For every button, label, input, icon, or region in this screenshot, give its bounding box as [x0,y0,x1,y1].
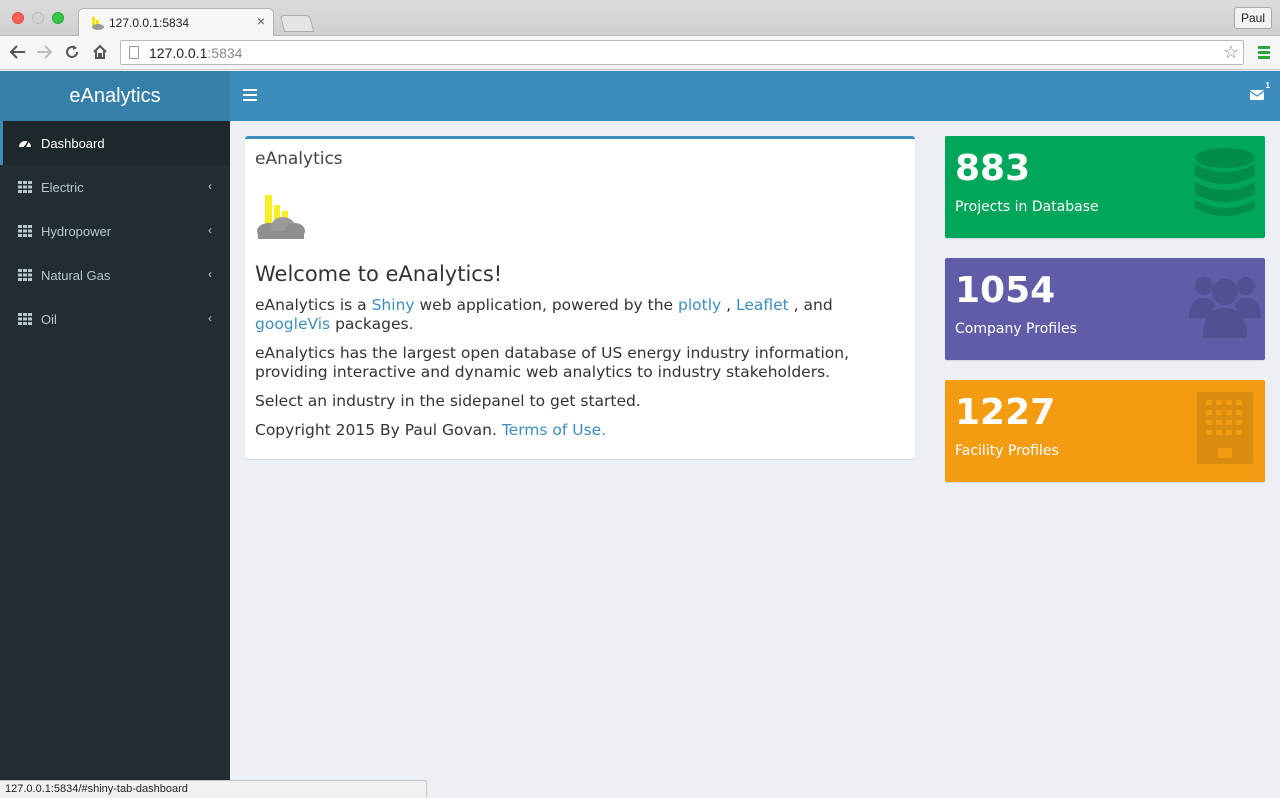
tab-close-icon[interactable]: × [257,13,265,29]
browser-toolbar: 127.0.0.1:5834 ☆ [0,36,1280,70]
new-tab-button[interactable] [279,15,315,32]
welcome-heading: Welcome to eAnalytics! [255,262,503,286]
home-icon[interactable] [90,42,110,62]
grid-icon [18,269,32,281]
sidebar: Dashboard Electric ‹ Hydropower ‹ Natura… [0,121,230,798]
back-icon[interactable] [8,42,28,62]
sidebar-item-natural-gas[interactable]: Natural Gas ‹ [0,253,230,297]
info-box-value: 1054 [955,270,1056,311]
grid-icon [18,313,32,325]
database-paragraph: eAnalytics has the largest open database… [255,344,850,381]
sidebar-toggle-icon[interactable] [243,89,257,101]
copyright-paragraph: Copyright 2015 By Paul Govan. Terms of U… [255,421,607,439]
url-text: 127.0.0.1:5834 [149,45,243,61]
intro-paragraph: eAnalytics is a Shiny web application, p… [255,296,833,333]
sidebar-item-electric[interactable]: Electric ‹ [0,165,230,209]
bookmark-star-icon[interactable]: ☆ [1223,42,1239,63]
grid-icon [18,181,32,193]
info-box-label: Projects in Database [955,199,1099,215]
info-box-companies: 1054 Company Profiles [945,258,1265,360]
address-bar[interactable]: 127.0.0.1:5834 ☆ [120,40,1244,65]
terms-of-use-link[interactable]: Terms of Use. [502,421,606,439]
chevron-left-icon: ‹ [208,179,212,193]
close-window-button[interactable] [12,12,24,24]
messages-badge: 1 [1265,81,1270,90]
grid-icon [18,225,32,237]
sidebar-item-dashboard[interactable]: Dashboard [0,121,230,165]
browser-titlebar: 127.0.0.1:5834 × Paul [0,0,1280,37]
users-icon [1189,277,1261,338]
maximize-window-button[interactable] [52,12,64,24]
info-box-projects: 883 Projects in Database [945,136,1265,238]
welcome-box: eAnalytics Welcome to eAnalytics! eAnaly… [245,136,915,459]
forward-icon[interactable] [34,42,54,62]
info-box-facilities: 1227 Facility Profiles [945,380,1265,482]
minimize-window-button[interactable] [32,12,44,24]
browser-tab[interactable]: 127.0.0.1:5834 × [78,8,274,37]
sidebar-item-label: Hydropower [41,223,112,239]
app: eAnalytics 1 Dashboard Electric ‹ Hydrop… [0,71,1280,798]
building-icon [1197,392,1253,464]
top-navbar: 1 [230,71,1280,121]
sidebar-item-oil[interactable]: Oil ‹ [0,297,230,341]
plotly-link[interactable]: plotly [678,296,721,314]
info-box-value: 883 [955,148,1031,189]
info-box-label: Facility Profiles [955,443,1059,459]
instruction-paragraph: Select an industry in the sidepanel to g… [255,392,641,410]
box-body: Welcome to eAnalytics! eAnalytics is a S… [255,260,905,450]
chevron-left-icon: ‹ [208,223,212,237]
dashboard-icon [19,141,31,149]
envelope-icon[interactable] [1250,88,1264,102]
chevron-left-icon: ‹ [208,311,212,325]
sidebar-item-hydropower[interactable]: Hydropower ‹ [0,209,230,253]
brand-logo[interactable]: eAnalytics [0,71,230,121]
leaflet-link[interactable]: Leaflet [736,296,789,314]
shiny-link[interactable]: Shiny [372,296,415,314]
info-box-label: Company Profiles [955,321,1077,337]
sidebar-item-label: Electric [41,179,84,195]
sidebar-item-label: Oil [41,311,57,327]
favicon-icon [92,17,104,30]
info-box-value: 1227 [955,392,1056,433]
page-icon [129,46,139,59]
googlevis-link[interactable]: googleVis [255,315,330,333]
reload-icon[interactable] [62,42,82,62]
profile-button[interactable]: Paul [1233,7,1272,29]
sidebar-item-label: Natural Gas [41,267,111,283]
database-icon [1195,148,1255,216]
eanalytics-logo-icon [257,195,305,239]
browser-status-bar: 127.0.0.1:5834/#shiny-tab-dashboard [0,780,427,798]
chevron-left-icon: ‹ [208,267,212,281]
tab-title: 127.0.0.1:5834 [109,16,190,30]
browser-menu-icon[interactable] [1258,46,1270,60]
box-title: eAnalytics [255,149,343,169]
sidebar-item-label: Dashboard [41,135,105,151]
